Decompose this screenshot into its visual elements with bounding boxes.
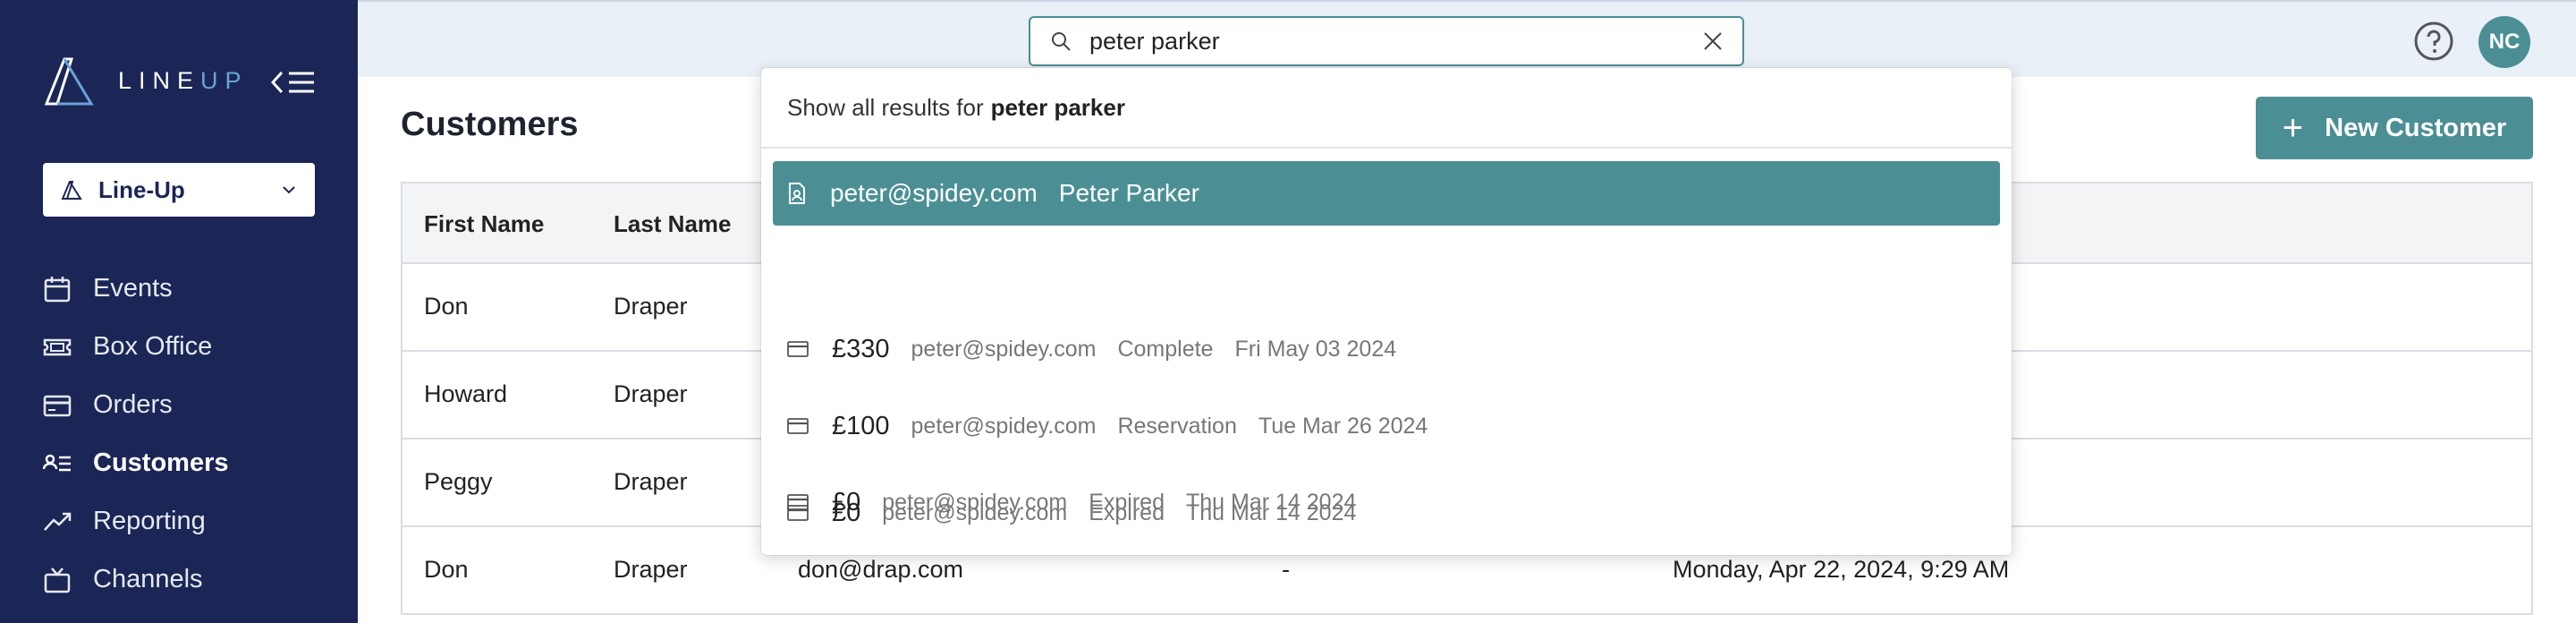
search-icon <box>1052 32 1071 51</box>
first-name-cell: Don <box>424 556 469 583</box>
card-icon <box>41 389 73 422</box>
order-email: peter@spidey.com <box>911 336 1097 362</box>
logo-text: LINEUP <box>118 66 249 94</box>
sidebar-item-events[interactable]: Events <box>41 260 229 318</box>
order-result[interactable]: £0 peter@spidey.com Expired Thu Mar 14 2… <box>761 477 2012 549</box>
clear-search-icon[interactable] <box>1703 31 1723 51</box>
collapse-sidebar-button[interactable] <box>268 64 318 100</box>
organisation-select[interactable]: Line-Up <box>43 163 315 217</box>
order-result[interactable]: £330 peter@spidey.com Complete Fri May 0… <box>761 313 2012 385</box>
order-amount: £330 <box>832 334 890 363</box>
order-email: peter@spidey.com <box>882 499 1068 525</box>
chevron-down-icon <box>283 186 295 194</box>
logo[interactable]: LINEUP <box>41 55 249 106</box>
created-date-cell: Monday, Apr 22, 2024, 9:29 AM <box>1673 556 2010 583</box>
lineup-logo-icon <box>44 57 94 106</box>
global-search[interactable] <box>1029 16 1744 66</box>
new-customer-button[interactable]: + New Customer <box>2256 97 2533 159</box>
ticket-icon <box>41 331 73 363</box>
avatar[interactable]: NC <box>2479 16 2530 68</box>
card-icon <box>787 341 809 357</box>
sidebar-item-customers[interactable]: Customers <box>41 434 229 492</box>
help-icon[interactable] <box>2413 21 2454 62</box>
sidebar-item-channels[interactable]: Channels <box>41 550 229 609</box>
sidebar-item-label: Orders <box>93 390 173 419</box>
search-results-dropdown: Show all results for peter parker peter@… <box>761 68 2012 555</box>
show-all-results[interactable]: Show all results for peter parker <box>761 68 2012 149</box>
order-date: Thu Mar 14 2024 <box>1185 499 1357 525</box>
last-name-cell: Draper <box>614 293 688 320</box>
last-name-cell: Draper <box>614 380 688 407</box>
customer-record-icon <box>789 183 805 204</box>
customer-result-email: peter@spidey.com <box>830 179 1038 207</box>
empty-value-cell: - <box>1282 556 1290 583</box>
top-bar: NC <box>358 0 2576 77</box>
order-date: Fri May 03 2024 <box>1234 336 1397 362</box>
first-name-cell: Don <box>424 293 469 320</box>
page-title: Customers <box>401 106 579 143</box>
show-all-prefix: Show all results for <box>787 93 984 121</box>
calendar-icon <box>41 273 73 305</box>
tv-icon <box>41 564 73 596</box>
order-email: peter@spidey.com <box>911 413 1097 439</box>
sidebar-item-label: Events <box>93 274 173 303</box>
customer-list-icon <box>41 448 73 480</box>
order-status: Complete <box>1117 336 1214 362</box>
sidebar-item-label: Customers <box>93 448 229 477</box>
customer-result-name: Peter Parker <box>1058 179 1199 207</box>
sidebar-item-label: Channels <box>93 565 203 593</box>
organisation-label: Line-Up <box>98 175 185 203</box>
plus-icon: + <box>2282 108 2304 148</box>
new-customer-label: New Customer <box>2325 113 2507 142</box>
order-amount: £0 <box>832 498 861 527</box>
sidebar-item-orders[interactable]: Orders <box>41 376 229 434</box>
order-status: Reservation <box>1117 413 1237 439</box>
show-all-query: peter parker <box>990 93 1125 121</box>
column-header-last-name[interactable]: Last Name <box>614 210 732 238</box>
email-cell: don@drap.com <box>798 556 964 583</box>
order-status: Expired <box>1089 499 1165 525</box>
order-amount: £100 <box>832 411 890 440</box>
last-name-cell: Draper <box>614 556 688 583</box>
column-header-first-name[interactable]: First Name <box>424 210 544 238</box>
customer-result[interactable]: peter@spidey.com Peter Parker <box>773 161 2000 226</box>
search-input[interactable] <box>1089 27 1703 55</box>
order-result[interactable]: £100 peter@spidey.com Reservation Tue Ma… <box>761 390 2012 462</box>
sidebar-nav: Events Box Office Orders Customers Repor… <box>41 260 229 609</box>
collapse-menu-icon <box>271 71 314 94</box>
trend-icon <box>41 506 73 538</box>
card-icon <box>787 418 809 434</box>
first-name-cell: Howard <box>424 380 508 407</box>
sidebar: LINEUP Line-Up Events Box Office Orders … <box>0 0 358 623</box>
sidebar-item-label: Box Office <box>93 332 213 361</box>
sidebar-item-label: Reporting <box>93 507 206 535</box>
sidebar-item-reporting[interactable]: Reporting <box>41 492 229 550</box>
org-logo-icon <box>61 181 82 200</box>
order-date: Tue Mar 26 2024 <box>1258 413 1428 439</box>
sidebar-item-box-office[interactable]: Box Office <box>41 318 229 376</box>
card-icon <box>787 505 809 521</box>
last-name-cell: Draper <box>614 468 688 495</box>
first-name-cell: Peggy <box>424 468 493 495</box>
